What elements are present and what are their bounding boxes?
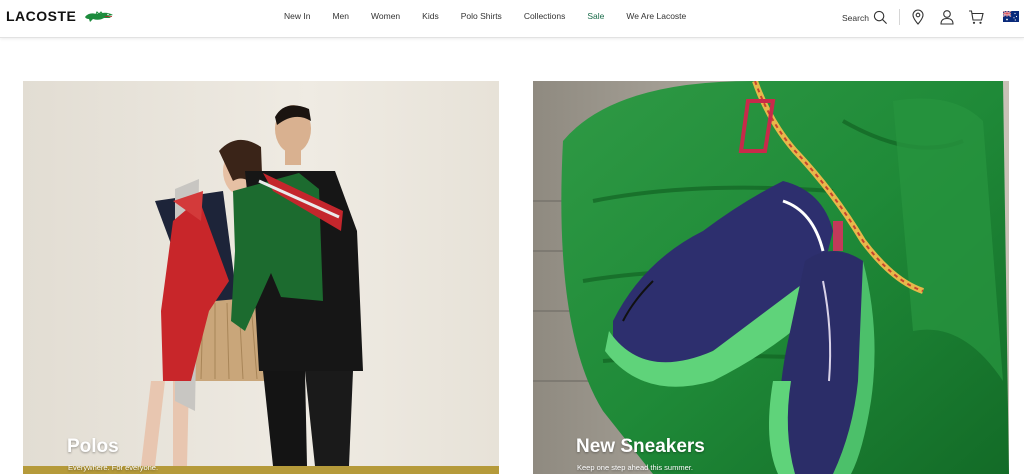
search-label: Search [842, 12, 869, 23]
nav-item-sale[interactable]: Sale [587, 11, 604, 21]
polos-campaign-image [23, 81, 499, 474]
card-subtitle: Everywhere. For everyone. [68, 463, 159, 472]
card-title: New Sneakers [576, 436, 705, 457]
nav-item-collections[interactable]: Collections [524, 11, 566, 21]
nav-item-kids[interactable]: Kids [422, 11, 439, 21]
cart-icon[interactable] [968, 9, 984, 25]
crocodile-icon [85, 11, 114, 22]
nav-item-polo-shirts[interactable]: Polo Shirts [461, 11, 502, 21]
account-icon[interactable] [939, 9, 955, 25]
nav-item-we-are-lacoste[interactable]: We Are Lacoste [626, 11, 686, 21]
location-pin-icon[interactable] [910, 9, 926, 25]
promo-card-polos[interactable]: Polos Everywhere. For everyone. [23, 81, 499, 474]
nav-item-men[interactable]: Men [332, 11, 349, 21]
nav-item-new-in[interactable]: New In [284, 11, 310, 21]
australia-flag-icon[interactable] [1003, 11, 1019, 22]
sneakers-campaign-image [533, 81, 1009, 474]
brand-name: LACOSTE [6, 8, 77, 24]
brand-logo[interactable]: LACOSTE [6, 8, 114, 24]
card-subtitle: Keep one step ahead this summer. [577, 463, 693, 472]
promo-card-new-sneakers[interactable]: New Sneakers Keep one step ahead this su… [533, 81, 1009, 474]
main-nav: New In Men Women Kids Polo Shirts Collec… [284, 11, 686, 21]
search-icon [873, 10, 887, 24]
search-button[interactable]: Search [842, 10, 888, 25]
card-title: Polos [67, 436, 119, 457]
site-header: LACOSTE New In Men Women Kids Polo Shirt… [0, 0, 1024, 38]
header-divider [899, 9, 900, 25]
nav-item-women[interactable]: Women [371, 11, 400, 21]
